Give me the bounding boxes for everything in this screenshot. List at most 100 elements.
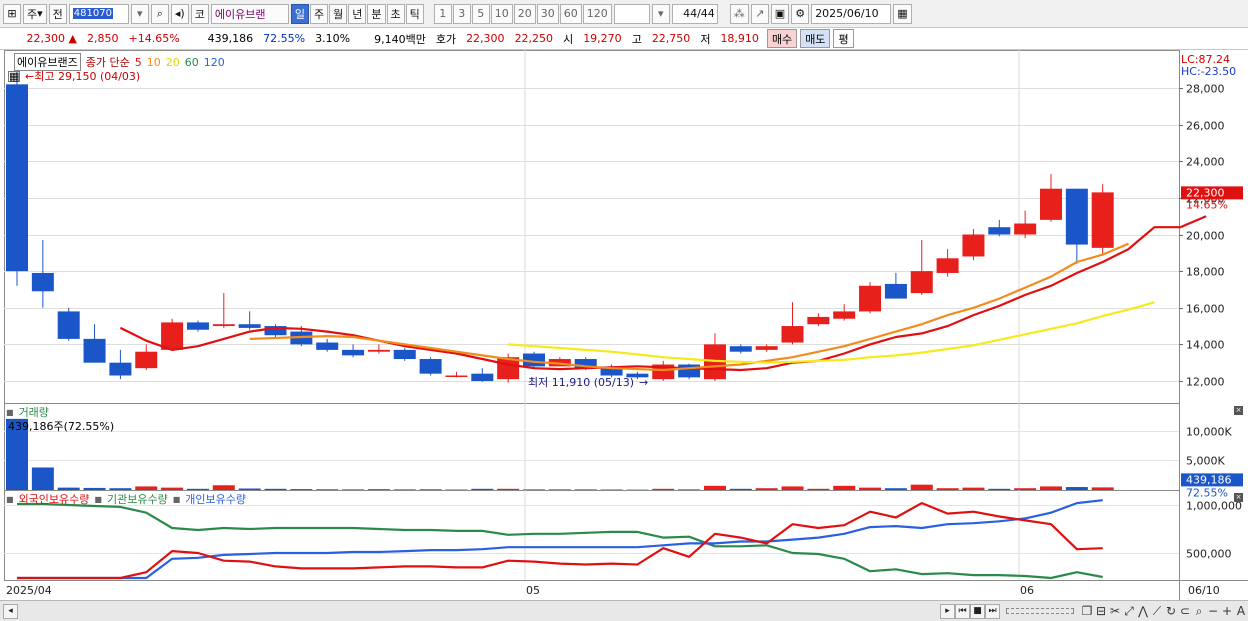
candle-body (936, 258, 959, 273)
period-tab[interactable]: 분 (367, 3, 386, 24)
split-icon[interactable]: ⊟ (1094, 604, 1108, 619)
interval-tab[interactable]: 1 (433, 3, 452, 24)
prev-button[interactable]: 전 (48, 3, 67, 24)
stop-icon[interactable]: ■ (970, 603, 985, 619)
ma10-label: 10 (146, 55, 161, 69)
trade-amount: 9,140백만 (374, 32, 426, 46)
market-label: 주 (27, 7, 38, 21)
interval-custom-input[interactable] (613, 3, 650, 24)
volume-tick-label: 5,000K (1186, 455, 1225, 468)
buy-button[interactable]: 매수 (766, 29, 798, 48)
peak-icon[interactable]: ⋀ (1136, 604, 1150, 619)
stock-code-input[interactable]: 481070 (68, 3, 129, 24)
plus-icon[interactable]: + (1220, 604, 1234, 619)
candle-body (781, 326, 804, 343)
stock-name-field[interactable]: 에이유브랜 (210, 3, 289, 24)
chart-area[interactable]: 28,00026,00024,00022,00020,00018,00016,0… (0, 50, 1248, 600)
open-price: 19,270 (583, 32, 622, 45)
forward-icon[interactable]: ⏭ (985, 603, 1000, 619)
close-icon[interactable]: × (1234, 406, 1243, 415)
exchange-button[interactable]: 코 (190, 3, 209, 24)
volume-bar (833, 485, 856, 490)
volume-bar (703, 485, 726, 490)
period-tab[interactable]: 년 (348, 3, 367, 24)
interval-tab[interactable]: 3 (452, 3, 471, 24)
market-select[interactable]: 주 ▾ (23, 3, 47, 24)
volume-bar (859, 487, 882, 490)
trend-icon[interactable]: ⟋ (1150, 604, 1164, 619)
cut-icon[interactable]: ✂ (1108, 604, 1122, 619)
candle-body (962, 234, 985, 257)
period-tab[interactable]: 일 (290, 3, 310, 24)
current-pct-tag-label: 14.65% (1186, 198, 1228, 211)
volume-bar (988, 488, 1011, 490)
period-tab[interactable]: 틱 (405, 3, 424, 24)
x-axis-label: 05 (526, 584, 540, 597)
search-icon[interactable]: ⌕ (150, 3, 169, 24)
foreign-holdings-label: 외국인보유수량 (18, 493, 90, 506)
chart-tools-icon[interactable]: ⁂ (729, 3, 749, 24)
period-tab[interactable]: 초 (386, 3, 405, 24)
hc-label: HC:-23.50 (1181, 65, 1237, 78)
panel-square-icon: ■ (172, 494, 181, 504)
magnet-icon[interactable]: ⊂ (1178, 604, 1192, 619)
interval-tab[interactable]: 10 (490, 3, 513, 24)
open-label: 시 (563, 32, 574, 46)
zoom-icon[interactable]: ⌕ (1192, 604, 1206, 619)
scroll-left-icon[interactable]: ◂ (3, 603, 18, 619)
chevron-down-icon[interactable]: ▾ (130, 3, 149, 24)
volume-bar (83, 487, 106, 490)
interval-tab[interactable]: 60 (559, 3, 582, 24)
minus-icon[interactable]: − (1206, 604, 1220, 619)
candle-body (367, 349, 390, 352)
low-label: 저 (700, 32, 711, 46)
period-tab[interactable]: 주 (310, 3, 329, 24)
volume-bar (419, 489, 442, 490)
candle-body (135, 351, 158, 369)
candle-body (6, 84, 28, 272)
period-tab[interactable]: 월 (329, 3, 348, 24)
interval-tab[interactable]: 30 (536, 3, 559, 24)
candle-body (393, 349, 416, 360)
calendar-icon[interactable]: ▦ (8, 70, 20, 82)
volume-bar (264, 488, 287, 490)
panel-square-icon: ■ (6, 407, 14, 417)
fit-icon[interactable]: ⤢ (1122, 604, 1136, 619)
volume-bar (755, 488, 778, 490)
draw-icon[interactable]: ↗ (750, 3, 769, 24)
candle-body (1014, 223, 1037, 235)
volume-bar (1014, 488, 1037, 490)
holdings-legend: ■ 외국인보유수량 ■ 기관보유수량 ■ 개인보유수량 (6, 491, 246, 507)
eval-button[interactable]: 평 (833, 29, 854, 48)
sound-icon[interactable]: ◂) (170, 3, 189, 24)
sell-button[interactable]: 매도 (800, 29, 831, 48)
candle-body (83, 338, 106, 363)
price-tick-label: 26,000 (1186, 120, 1225, 133)
volume-bar (109, 488, 132, 490)
scroll-right-icon[interactable]: ▸ (940, 603, 955, 619)
calendar-icon[interactable]: ▦ (893, 3, 912, 24)
layout-icon[interactable]: ⊞ (3, 3, 21, 24)
stock-chart[interactable]: 28,00026,00024,00022,00020,00018,00016,0… (0, 50, 1248, 600)
zoom-slider[interactable] (1006, 608, 1074, 614)
high-label: 고 (631, 32, 642, 46)
volume-bar (652, 488, 675, 490)
copy-icon[interactable]: ❐ (1080, 604, 1094, 619)
interval-tab[interactable]: 20 (513, 3, 536, 24)
price-tick-label: 24,000 (1186, 156, 1225, 169)
date-input[interactable]: 2025/06/10 (811, 3, 892, 24)
font-size-icon[interactable]: A (1234, 604, 1248, 619)
interval-tab[interactable]: 120 (582, 3, 612, 24)
volume-bar (342, 489, 365, 490)
price-tick-label: 16,000 (1186, 303, 1225, 316)
stock-code-value: 481070 (72, 8, 113, 19)
gear-icon[interactable]: ⚙ (791, 3, 810, 24)
close-icon[interactable]: × (1234, 493, 1243, 502)
interval-tab[interactable]: 5 (471, 3, 490, 24)
save-icon[interactable]: ▣ (770, 3, 790, 24)
volume-ratio: 72.55% (263, 32, 306, 45)
chevron-down-icon[interactable]: ▾ (651, 3, 670, 24)
cycle-icon[interactable]: ↻ (1164, 604, 1178, 619)
volume-bar (678, 489, 701, 490)
rewind-icon[interactable]: ⏮ (955, 603, 970, 619)
